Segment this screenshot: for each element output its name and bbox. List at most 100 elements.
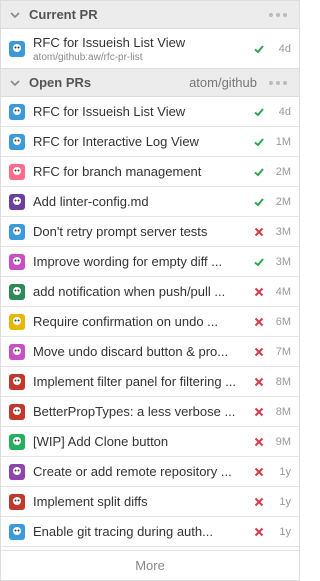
failure-x-icon — [251, 344, 267, 360]
pr-text: Enable git tracing during auth... — [33, 524, 245, 539]
pr-list-item[interactable]: Improve wording for empty diff ... 3M — [1, 247, 299, 277]
pr-age: 4d — [278, 42, 291, 55]
pr-age: 4d — [278, 105, 291, 118]
pr-text: BetterPropTypes: a less verbose ... — [33, 404, 245, 419]
pr-list-item[interactable]: Enable git tracing during auth... 1y — [1, 517, 299, 547]
pr-title: BetterPropTypes: a less verbose ... — [33, 404, 236, 419]
avatar — [9, 283, 25, 300]
pr-age: 3M — [275, 225, 291, 238]
failure-x-icon — [251, 434, 267, 450]
pr-age: 2M — [275, 165, 291, 178]
avatar — [9, 403, 25, 420]
pr-text: RFC for Issueish List View — [33, 104, 245, 119]
failure-x-icon — [251, 464, 267, 480]
pr-text: Move undo discard button & pro... — [33, 344, 245, 359]
failure-x-icon — [251, 224, 267, 240]
repo-name: atom/github — [189, 75, 257, 90]
pr-age: 1y — [279, 465, 291, 478]
pr-age: 1y — [279, 525, 291, 538]
pr-list-item[interactable]: Add linter-config.md 2M — [1, 187, 299, 217]
pr-list-item[interactable]: Require confirmation on undo ... 6M — [1, 307, 299, 337]
success-check-icon — [251, 194, 267, 210]
section-title: Open PRs — [29, 75, 92, 90]
pr-text: Add linter-config.md — [33, 194, 245, 209]
pr-text: RFC for Interactive Log View — [33, 134, 245, 149]
pr-list-item[interactable]: BetterPropTypes: a less verbose ... 8M — [1, 397, 299, 427]
pr-list-item[interactable]: RFC for Issueish List View 4d — [1, 97, 299, 127]
success-check-icon — [251, 164, 267, 180]
avatar — [9, 433, 25, 450]
pr-title: [WIP] Add Clone button — [33, 434, 169, 449]
pr-text: Implement split diffs — [33, 494, 245, 509]
pr-title: RFC for Interactive Log View — [33, 134, 199, 149]
pr-list-item[interactable]: Implement filter panel for filtering ...… — [1, 367, 299, 397]
pr-title: Add linter-config.md — [33, 194, 149, 209]
pr-title: Move undo discard button & pro... — [33, 344, 229, 359]
pr-age: 6M — [275, 315, 291, 328]
pr-text: Don't retry prompt server tests — [33, 224, 245, 239]
failure-x-icon — [251, 404, 267, 420]
chevron-down-icon[interactable] — [9, 77, 21, 89]
pr-title: Create or add remote repository ... — [33, 464, 232, 479]
success-check-icon — [251, 254, 267, 270]
pr-list-item[interactable]: RFC for Interactive Log View 1M — [1, 127, 299, 157]
pr-age: 8M — [275, 405, 291, 418]
pr-age: 8M — [275, 375, 291, 388]
pr-text: add notification when push/pull ... — [33, 284, 245, 299]
current-pr-text: RFC for Issueish List View atom/github:a… — [33, 35, 245, 63]
avatar — [9, 103, 25, 120]
failure-x-icon — [251, 314, 267, 330]
failure-x-icon — [251, 494, 267, 510]
failure-x-icon — [251, 374, 267, 390]
success-check-icon — [251, 41, 267, 57]
pr-list-item[interactable]: Move undo discard button & pro... 7M — [1, 337, 299, 367]
open-prs-list: RFC for Issueish List View 4d RFC for Inte… — [1, 97, 299, 547]
pr-text: Create or add remote repository ... — [33, 464, 245, 479]
pr-list-item[interactable]: Create or add remote repository ... 1y — [1, 457, 299, 487]
avatar — [9, 193, 25, 210]
failure-x-icon — [251, 524, 267, 540]
success-check-icon — [251, 134, 267, 150]
pr-age: 1y — [279, 495, 291, 508]
avatar — [9, 313, 25, 330]
pr-list-item[interactable]: [WIP] Add Clone button 9M — [1, 427, 299, 457]
pr-text: Implement filter panel for filtering ... — [33, 374, 245, 389]
chevron-down-icon[interactable] — [9, 9, 21, 21]
avatar — [9, 523, 25, 540]
success-check-icon — [251, 104, 267, 120]
more-options-icon[interactable] — [269, 80, 287, 85]
pr-age: 9M — [275, 435, 291, 448]
pr-text: RFC for branch management — [33, 164, 245, 179]
pr-title: Enable git tracing during auth... — [33, 524, 213, 539]
failure-x-icon — [251, 284, 267, 300]
more-options-icon[interactable] — [269, 12, 287, 17]
pr-age: 3M — [275, 255, 291, 268]
pr-text: [WIP] Add Clone button — [33, 434, 245, 449]
pr-title: Require confirmation on undo ... — [33, 314, 218, 329]
pr-title: RFC for branch management — [33, 164, 202, 179]
pr-title: add notification when push/pull ... — [33, 284, 226, 299]
pr-title: Improve wording for empty diff ... — [33, 254, 223, 269]
current-pr-item[interactable]: RFC for Issueish List View atom/github:a… — [1, 29, 299, 69]
pr-list-item[interactable]: add notification when push/pull ... 4M — [1, 277, 299, 307]
pr-title: RFC for Issueish List View — [33, 34, 186, 50]
pr-age: 1M — [275, 135, 291, 148]
avatar — [9, 493, 25, 510]
pr-title: RFC for Issueish List View — [33, 104, 186, 119]
avatar — [9, 463, 25, 480]
pr-title: Don't retry prompt server tests — [33, 224, 208, 239]
pr-branch: atom/github:aw/rfc-pr-list — [33, 51, 143, 63]
avatar — [9, 163, 25, 180]
pr-age: 7M — [275, 345, 291, 358]
pr-list-item[interactable]: RFC for branch management 2M — [1, 157, 299, 187]
open-prs-header[interactable]: Open PRs atom/github — [1, 69, 299, 97]
section-title: Current PR — [29, 7, 98, 22]
pr-title: Implement filter panel for filtering ... — [33, 374, 237, 389]
avatar — [9, 133, 25, 150]
pr-list-item[interactable]: Implement split diffs 1y — [1, 487, 299, 517]
more-button[interactable]: More — [1, 550, 299, 580]
pr-list-item[interactable]: Don't retry prompt server tests 3M — [1, 217, 299, 247]
current-pr-header[interactable]: Current PR — [1, 1, 299, 29]
pr-text: Require confirmation on undo ... — [33, 314, 245, 329]
avatar — [9, 223, 25, 240]
